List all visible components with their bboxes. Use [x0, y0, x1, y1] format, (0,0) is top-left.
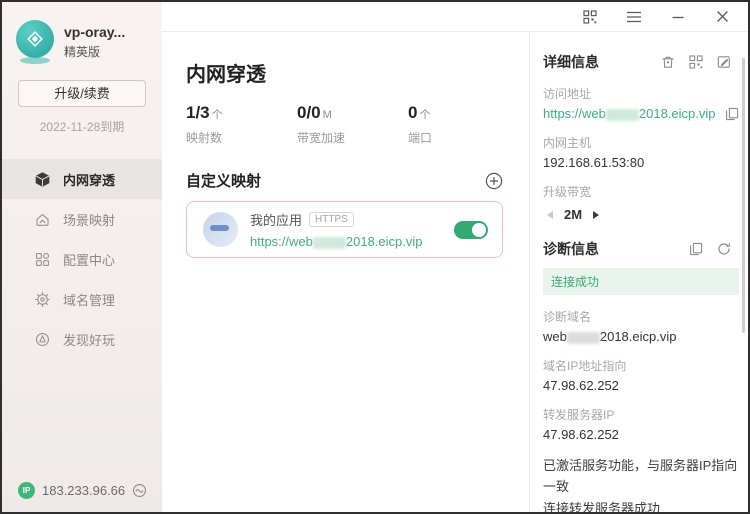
compass-icon: [34, 331, 51, 348]
redacted-text: [606, 109, 639, 121]
decrease-bandwidth-button[interactable]: [547, 211, 553, 219]
sidebar-menu: 内网穿透 场景映射: [2, 159, 162, 359]
app-window: vp-oray... 精英版 升级/续费 2022-11-28到期 内网穿透: [0, 0, 750, 514]
app-icon: [203, 212, 238, 247]
protocol-badge: HTTPS: [309, 212, 354, 227]
access-url[interactable]: https://web2018.eicp.vip: [543, 106, 725, 121]
gear-icon: [34, 291, 51, 308]
dns-pointing-value: 47.98.62.252: [543, 378, 739, 393]
stat-unit: M: [323, 109, 332, 121]
sidebar-item-label: 域名管理: [63, 290, 115, 309]
scan-qr-icon[interactable]: [582, 9, 598, 25]
refresh-icon[interactable]: [717, 242, 731, 256]
copy-icon[interactable]: [725, 107, 739, 121]
diagnostics-summary: 已激活服务功能，与服务器IP指向一致 连接转发服务器成功: [543, 455, 739, 514]
avatar-base: [20, 57, 50, 64]
panel-scrollbar[interactable]: [742, 58, 745, 333]
increase-bandwidth-button[interactable]: [593, 211, 599, 219]
forward-server-value: 47.98.62.252: [543, 427, 739, 442]
mapping-card[interactable]: 我的应用 HTTPS https://web2018.eicp.vip: [186, 201, 503, 258]
access-url-label: 访问地址: [543, 85, 739, 102]
details-panel: 详细信息: [529, 32, 748, 512]
stats-row: 1/3个 映射数 0/0M 带宽加速 0个 端口: [186, 103, 503, 146]
grid-icon: [34, 251, 51, 268]
redacted-text: [567, 332, 600, 344]
bandwidth-value: 2M: [564, 207, 582, 222]
stat-ports: 0个 端口: [408, 103, 432, 146]
copy-diagnostics-icon[interactable]: [689, 242, 703, 256]
scene-icon: [34, 211, 51, 228]
stat-value: 1/3: [186, 103, 210, 122]
upgrade-renew-button[interactable]: 升级/续费: [18, 80, 146, 107]
details-title: 详细信息: [543, 52, 661, 72]
diag-domain-value: web2018.eicp.vip: [543, 329, 739, 344]
stat-label: 端口: [408, 129, 432, 146]
app-icon-bar: [210, 225, 229, 231]
stat-label: 映射数: [186, 129, 297, 146]
avatar-logo-icon: [16, 20, 54, 58]
stat-unit: 个: [212, 109, 223, 121]
sidebar-item-scene-mapping[interactable]: 场景映射: [2, 199, 162, 239]
sidebar-item-domain-management[interactable]: 域名管理: [2, 279, 162, 319]
stat-value: 0/0: [297, 103, 321, 122]
public-ip-address: 183.233.96.66: [42, 483, 131, 498]
page-title: 内网穿透: [186, 58, 503, 87]
forward-server-label: 转发服务器IP: [543, 406, 739, 423]
account-info[interactable]: vp-oray... 精英版: [16, 20, 162, 64]
bandwidth-stepper: 2M: [543, 207, 739, 222]
delete-icon[interactable]: [661, 55, 675, 69]
diag-domain-label: 诊断域名: [543, 308, 739, 325]
stat-mappings: 1/3个 映射数: [186, 103, 297, 146]
add-mapping-button[interactable]: [485, 172, 503, 190]
toggle-knob: [472, 223, 486, 237]
bandwidth-label: 升级带宽: [543, 183, 739, 200]
main-menu-icon[interactable]: [626, 9, 642, 25]
sidebar-item-config-center[interactable]: 配置中心: [2, 239, 162, 279]
sidebar-item-label: 发现好玩: [63, 330, 115, 349]
stat-bandwidth: 0/0M 带宽加速: [297, 103, 408, 146]
titlebar: [162, 2, 748, 32]
minimize-button[interactable]: [670, 9, 686, 25]
intranet-host-value: 192.168.61.53:80: [543, 155, 739, 170]
account-edition: 精英版: [64, 43, 125, 60]
stat-label: 带宽加速: [297, 129, 408, 146]
avatar: [16, 20, 56, 64]
close-button[interactable]: [714, 9, 730, 25]
ip-badge-icon: IP: [18, 482, 35, 499]
stat-unit: 个: [419, 109, 430, 121]
sidebar-footer: IP 183.233.96.66: [2, 478, 162, 502]
custom-mapping-section-title: 自定义映射: [186, 170, 261, 191]
diagnostics-title: 诊断信息: [543, 239, 689, 259]
sidebar-item-intranet-tunnel[interactable]: 内网穿透: [2, 159, 162, 199]
mapping-url[interactable]: https://web2018.eicp.vip: [250, 234, 454, 249]
intranet-host-label: 内网主机: [543, 134, 739, 151]
expiry-date: 2022-11-28到期: [2, 118, 162, 135]
mapping-name: 我的应用: [250, 210, 302, 229]
sidebar-item-label: 配置中心: [63, 250, 115, 269]
connection-status-banner: 连接成功: [543, 268, 739, 295]
sidebar: vp-oray... 精英版 升级/续费 2022-11-28到期 内网穿透: [2, 2, 162, 512]
sidebar-item-label: 内网穿透: [63, 170, 115, 189]
stat-value: 0: [408, 103, 417, 122]
main-content: 内网穿透 1/3个 映射数 0/0M 带宽加速 0个 端口 自定义映射: [162, 32, 529, 512]
mapping-enable-toggle[interactable]: [454, 221, 488, 239]
network-status-icon[interactable]: [131, 482, 148, 499]
sidebar-item-discover[interactable]: 发现好玩: [2, 319, 162, 359]
qr-code-icon[interactable]: [689, 55, 703, 69]
account-name: vp-oray...: [64, 24, 125, 40]
redacted-text: [313, 237, 346, 249]
dns-pointing-label: 域名IP地址指向: [543, 357, 739, 374]
cube-icon: [34, 171, 51, 188]
edit-icon[interactable]: [717, 55, 731, 69]
sidebar-item-label: 场景映射: [63, 210, 115, 229]
